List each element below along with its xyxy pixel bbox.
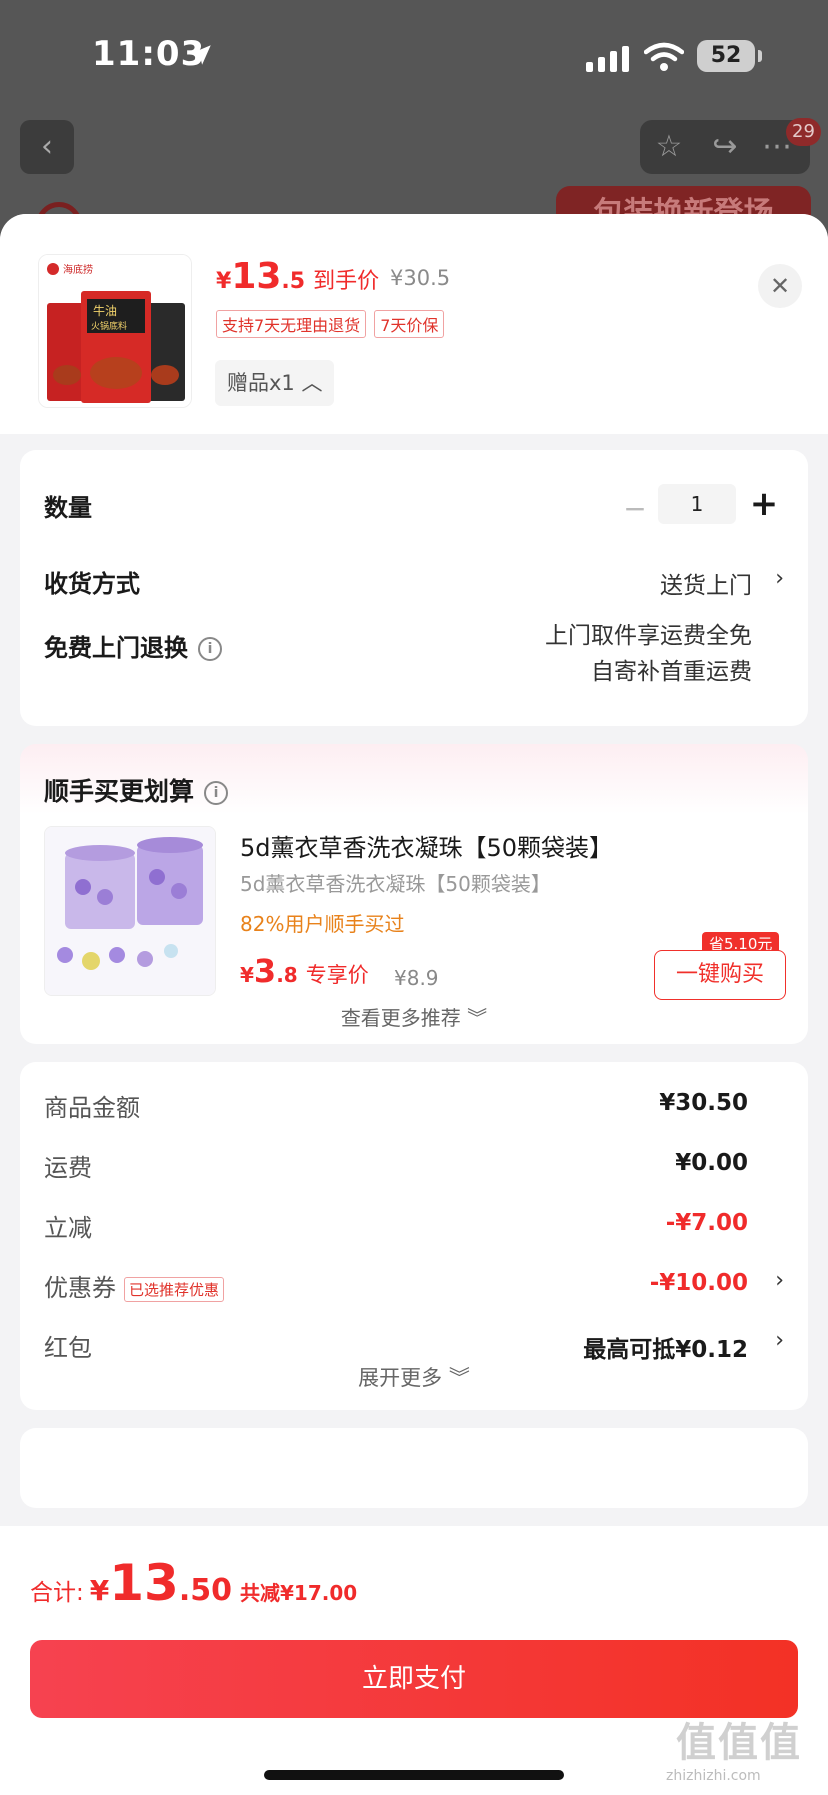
recommend-price: ¥3.8 专享价 (240, 952, 369, 990)
quantity-minus-button[interactable]: − (620, 492, 650, 525)
fee-label-discount: 立减 (44, 1214, 92, 1242)
recommend-item-subtitle: 5d薰衣草香洗衣凝珠【50颗袋装】 (240, 872, 551, 896)
fee-label-shipping: 运费 (44, 1154, 92, 1182)
recommend-original-price: ¥8.9 (394, 966, 439, 990)
pay-now-button[interactable]: 立即支付 (30, 1640, 798, 1718)
nav-action-group: ☆ ↪ ⋯ (640, 120, 810, 174)
fee-value-subtotal: ¥30.50 (659, 1090, 748, 1116)
status-bar: 11:03 52 (0, 0, 828, 110)
fees-card: 商品金额 ¥30.50 运费 ¥0.00 立减 -¥7.00 优惠券 已选推荐优惠… (20, 1062, 808, 1410)
product-thumbnail[interactable]: 海底捞 牛油 火锅底料 (38, 254, 192, 408)
quantity-label: 数量 (44, 494, 92, 522)
delivery-label: 收货方式 (44, 570, 140, 598)
fee-label-subtotal: 商品金额 (44, 1094, 140, 1122)
info-icon[interactable]: i (198, 637, 222, 661)
see-more-button[interactable]: 查看更多推荐 ︾ (20, 1002, 808, 1031)
service-tags: 支持7天无理由退货 7天价保 (216, 310, 452, 338)
gift-toggle[interactable]: 赠品x1 ︿ (215, 360, 335, 406)
battery-indicator: 52 (697, 40, 762, 72)
fee-value-coupon[interactable]: -¥10.00 (650, 1270, 748, 1296)
chevron-right-icon[interactable]: › (775, 1328, 784, 1353)
cellular-signal-icon (586, 46, 629, 72)
quantity-plus-button[interactable]: + (746, 484, 782, 524)
one-click-buy-button[interactable]: 一键购买 (654, 950, 786, 1000)
fee-label-coupon: 优惠券 已选推荐优惠 (44, 1268, 225, 1303)
chevron-right-icon[interactable]: › (775, 1268, 784, 1293)
recommend-card: 顺手买更划算 i 5d薰衣草香洗衣凝珠【50颗袋装】 5d薰衣草香洗衣凝珠【50颗… (20, 744, 808, 1044)
location-arrow-icon (191, 45, 211, 65)
total-price: 合计: ¥13.50 共减¥17.00 (30, 1554, 358, 1612)
wifi-icon (644, 42, 684, 71)
star-icon[interactable]: ☆ (652, 130, 686, 164)
return-label: 免费上门退换 i (44, 628, 222, 663)
price-protect-tag: 7天价保 (374, 310, 445, 338)
quantity-input[interactable]: 1 (658, 484, 736, 524)
recommend-title: 顺手买更划算 i (44, 772, 229, 808)
options-card: 数量 − 1 + 收货方式 送货上门 › 免费上门退换 i 上门取件享运费全免 自… (20, 450, 808, 726)
original-price: ¥30.5 (390, 266, 451, 290)
chevron-left-icon: ‹ (41, 129, 53, 164)
watermark-url: zhizhizhi.com (666, 1768, 761, 1784)
svg-text:火锅底料: 火锅底料 (91, 320, 127, 332)
fee-value-redpacket[interactable]: 最高可抵¥0.12 (583, 1330, 748, 1364)
info-icon[interactable]: i (204, 781, 229, 805)
expand-more-button[interactable]: 展开更多 ︾ (20, 1362, 808, 1392)
delivery-value[interactable]: 送货上门 (660, 566, 752, 600)
notification-badge: 29 (786, 118, 821, 146)
return-line2: 自寄补首重运费 (591, 659, 752, 685)
fee-value-discount: -¥7.00 (665, 1210, 748, 1236)
home-indicator[interactable] (264, 1770, 564, 1780)
back-button[interactable]: ‹ (20, 120, 74, 174)
return-policy-tag: 支持7天无理由退货 (216, 310, 367, 338)
recommend-item-title[interactable]: 5d薰衣草香洗衣凝珠【50颗袋装】 (240, 828, 613, 863)
fee-value-shipping: ¥0.00 (675, 1150, 748, 1176)
recommend-thumbnail[interactable] (44, 826, 216, 996)
close-icon[interactable]: ✕ (758, 264, 802, 308)
svg-text:海底捞: 海底捞 (63, 263, 93, 276)
watermark: 值值值 (676, 1720, 802, 1766)
chevron-right-icon[interactable]: › (775, 566, 784, 591)
share-icon[interactable]: ↪ (708, 130, 742, 164)
product-image: 海底捞 牛油 火锅底料 (39, 255, 191, 407)
fee-label-redpacket: 红包 (44, 1334, 92, 1362)
recommend-image (45, 827, 215, 995)
product-price: ¥13.5 到手价 (216, 256, 380, 297)
recommend-item-hot: 82%用户顺手买过 (240, 912, 405, 936)
coupon-tag: 已选推荐优惠 (124, 1276, 225, 1302)
return-line1: 上门取件享运费全免 (545, 623, 752, 649)
product-header: 海底捞 牛油 火锅底料 ¥13.5 到手价 ¥30.5 支持7天无理由退货 7天价保… (0, 214, 828, 434)
extra-card (20, 1428, 808, 1508)
svg-text:牛油: 牛油 (93, 303, 117, 318)
